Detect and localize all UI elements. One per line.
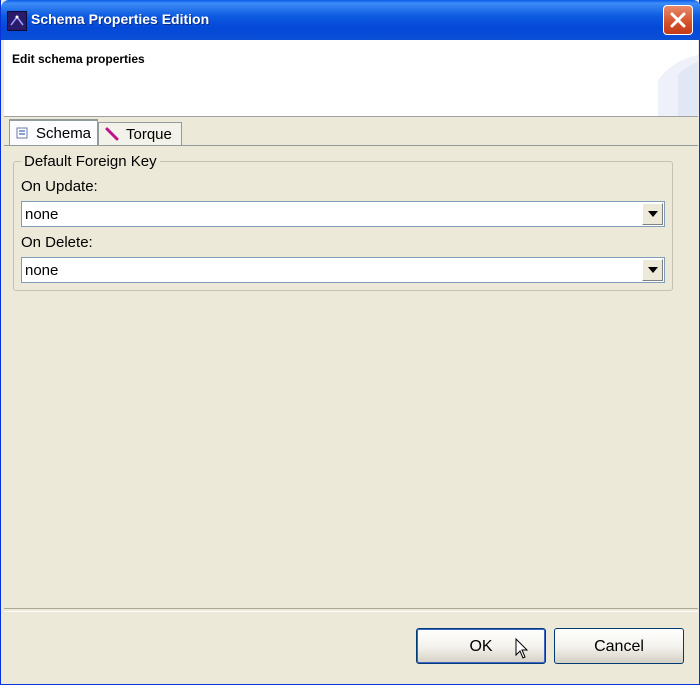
chevron-down-icon [648,267,658,273]
tab-torque[interactable]: Torque [98,122,182,145]
close-icon [670,12,686,28]
torque-icon [105,127,119,141]
on-update-select[interactable]: none [21,201,665,227]
tab-schema-label: Schema [36,125,92,142]
close-button[interactable] [663,5,693,35]
schema-icon [16,127,28,139]
title-bar[interactable]: Schema Properties Edition [1,0,700,40]
banner-title: Edit schema properties [12,52,145,66]
window-title: Schema Properties Edition [31,11,210,27]
tab-torque-label: Torque [126,126,172,143]
on-update-dropdown-button[interactable] [642,203,663,225]
on-update-label: On Update: [21,178,98,195]
on-delete-dropdown-button[interactable] [642,259,663,281]
tab-schema[interactable]: Schema [9,119,98,146]
cancel-button[interactable]: Cancel [554,628,684,664]
on-delete-select[interactable]: none [21,257,665,283]
on-delete-value: none [25,262,59,279]
on-update-value: none [25,206,59,223]
footer-separator [4,608,698,612]
header-banner: Edit schema properties [4,40,698,117]
dialog-window: Schema Properties Edition Edit schema pr… [0,0,700,685]
banner-decoration-icon [658,55,698,116]
app-icon [7,11,27,31]
on-delete-label: On Delete: [21,234,93,251]
chevron-down-icon [648,211,658,217]
mouse-cursor-icon [515,638,529,659]
tab-strip: Schema Torque [4,117,698,146]
group-title: Default Foreign Key [21,153,160,170]
tab-divider [4,145,698,146]
